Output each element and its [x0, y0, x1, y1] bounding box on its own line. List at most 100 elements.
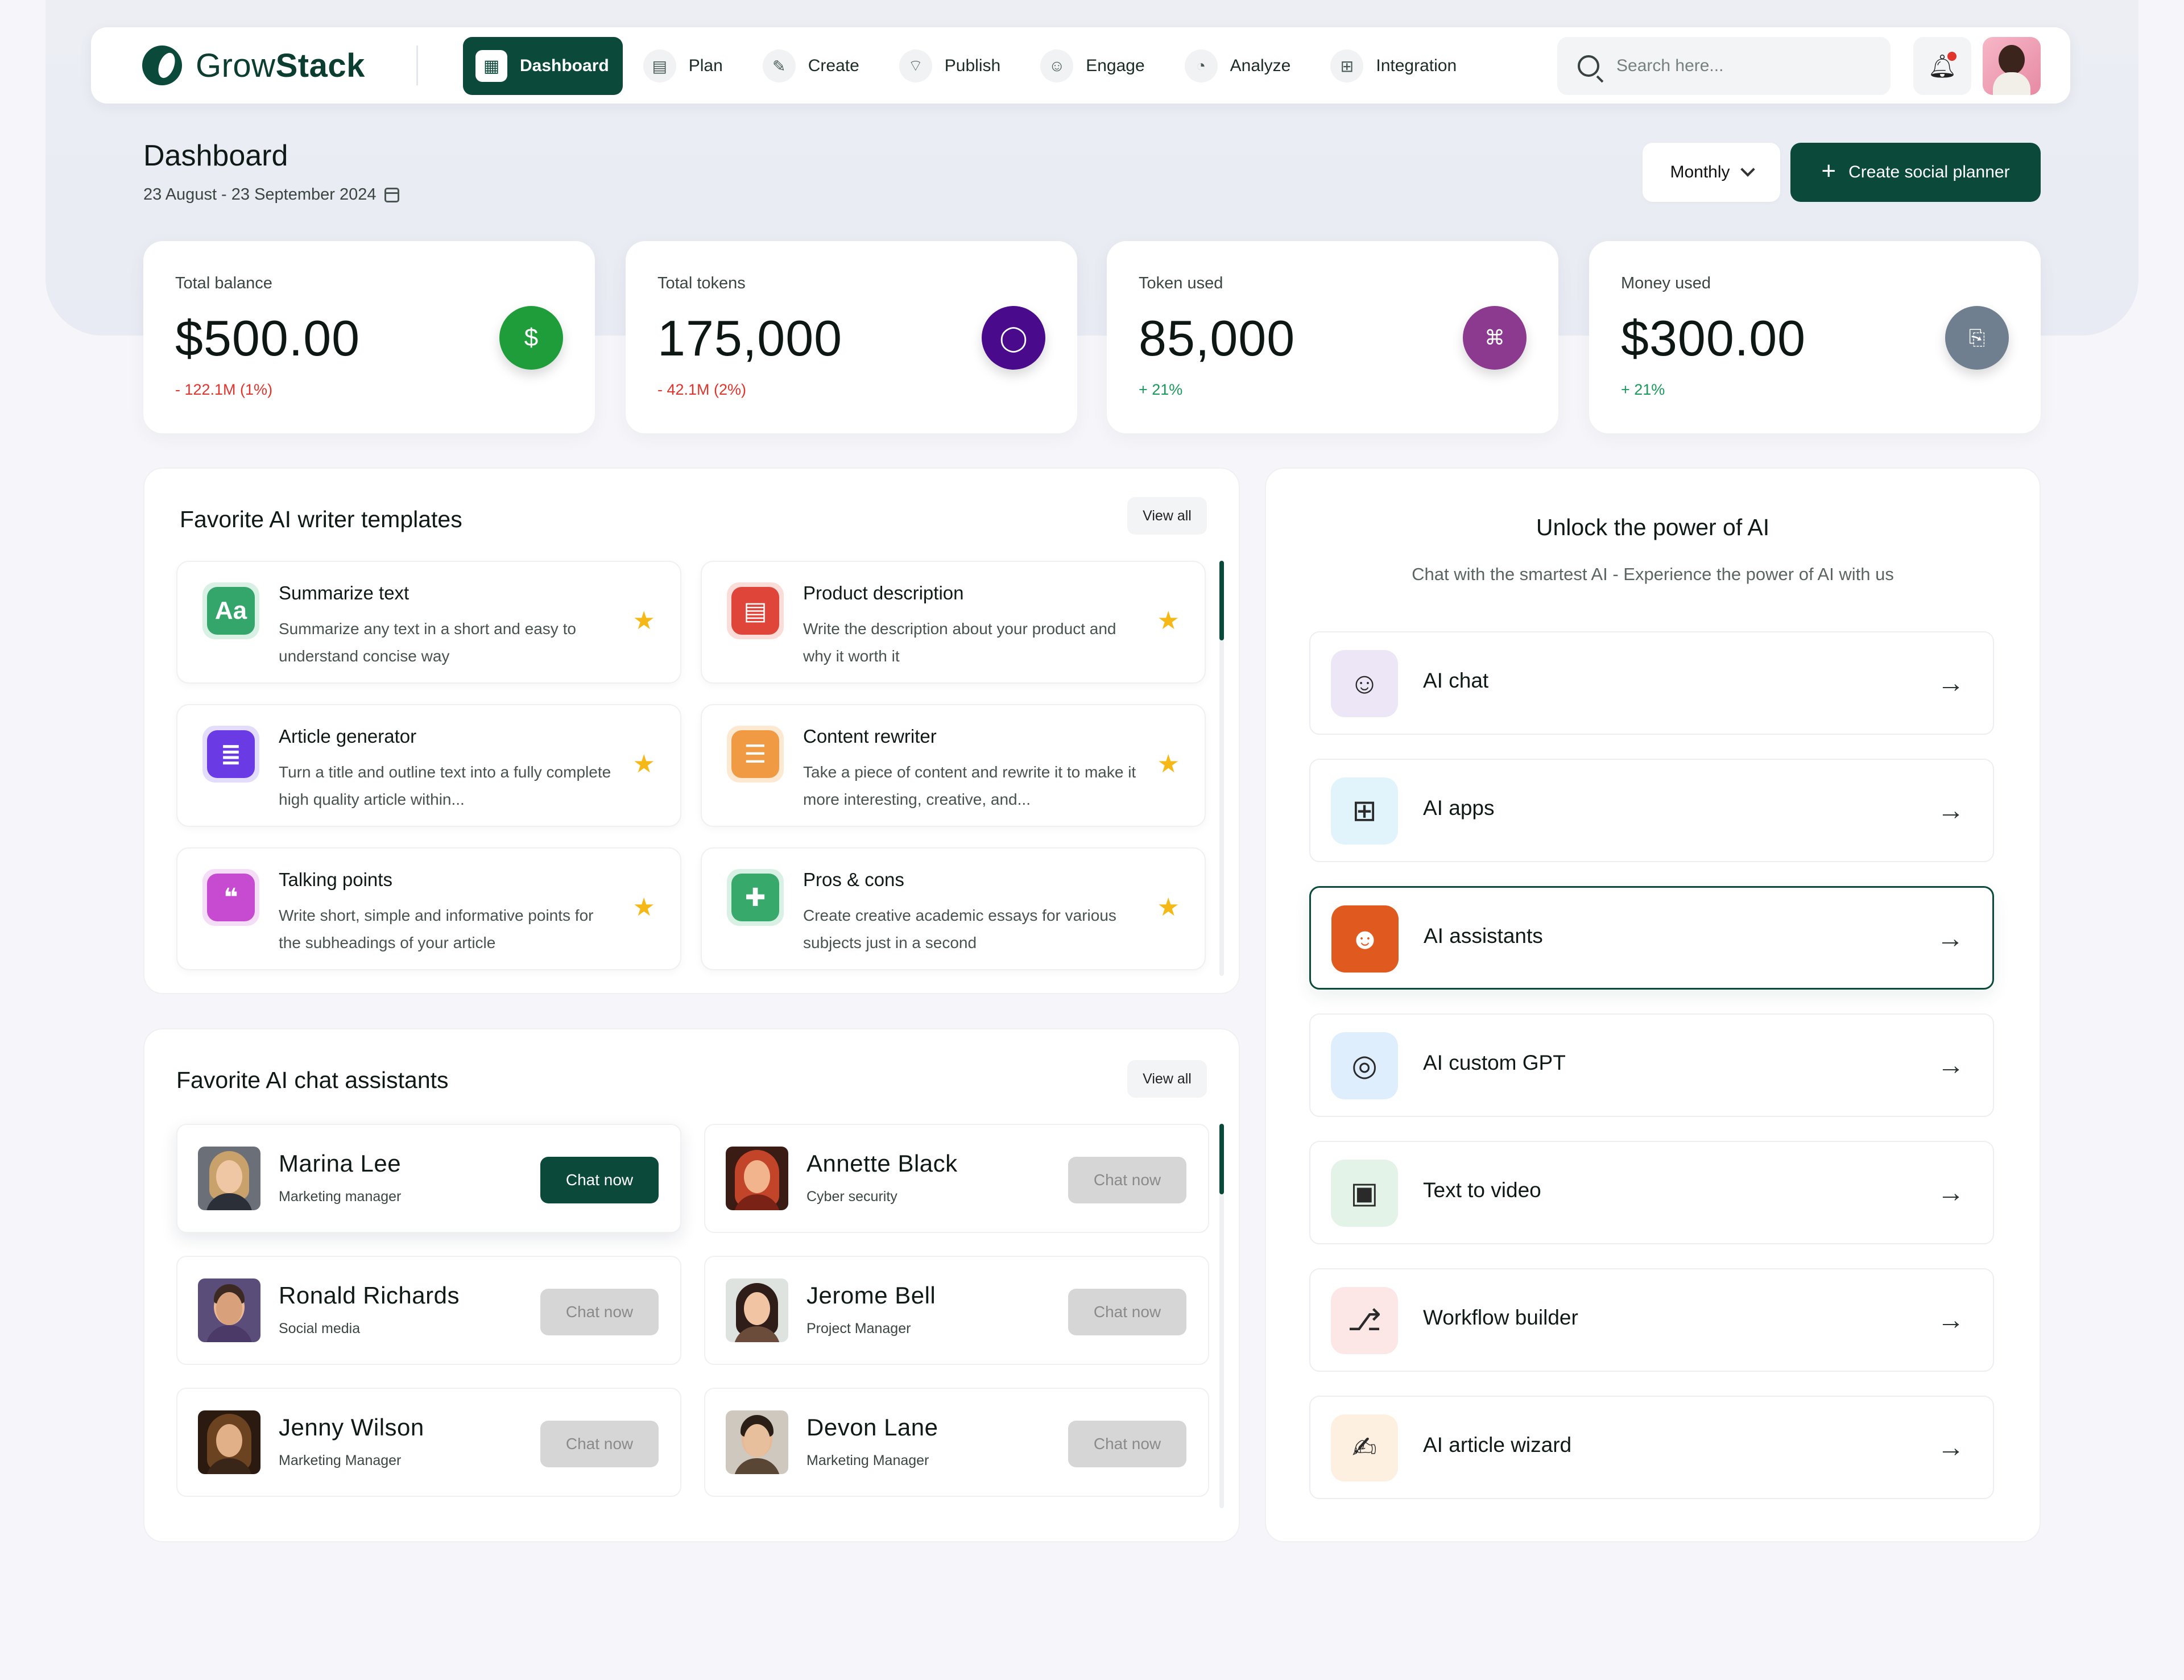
arrow-right-icon: →: [1937, 1050, 1964, 1081]
assistants-view-all-button[interactable]: View all: [1127, 1060, 1207, 1098]
writer-templates-panel: Favorite AI writer templates View all Aa…: [143, 467, 1240, 994]
avatar: [726, 1278, 788, 1342]
token-icon: ◯: [982, 306, 1045, 370]
nav-plan[interactable]: ▤ Plan: [631, 37, 742, 95]
search-input[interactable]: Search here...: [1557, 37, 1891, 95]
scrollbar-thumb[interactable]: [1219, 561, 1224, 640]
notifications-button[interactable]: 🔔︎: [1913, 37, 1971, 95]
chat-now-button[interactable]: Chat now: [540, 1421, 659, 1467]
star-icon[interactable]: ★: [633, 750, 655, 779]
template-card[interactable]: ☰ Content rewriter Take a piece of conte…: [701, 704, 1206, 827]
ai-item-assistants[interactable]: ☻ AI assistants →: [1309, 886, 1994, 990]
robot-icon: ☺: [1331, 650, 1398, 717]
assistant-card[interactable]: Ronald Richards Social media Chat now: [176, 1256, 681, 1365]
ai-power-panel: [1265, 467, 2041, 1542]
create-button-label: Create social planner: [1848, 163, 2010, 181]
stat-change: + 21%: [1621, 381, 1665, 398]
assistant-card[interactable]: Jenny Wilson Marketing Manager Chat now: [176, 1388, 681, 1497]
template-card[interactable]: ✚ Pros & cons Create creative academic e…: [701, 847, 1206, 970]
template-card[interactable]: Aa Summarize text Summarize any text in …: [176, 561, 681, 684]
ai-item-custom-gpt[interactable]: ◎ AI custom GPT →: [1309, 1013, 1994, 1117]
top-navbar: GrowStack ▦ Dashboard ▤ Plan ✎ Create ⌔ …: [91, 27, 2070, 104]
template-name: Summarize text: [279, 582, 410, 603]
ai-item-apps[interactable]: ⊞ AI apps →: [1309, 759, 1994, 862]
star-icon[interactable]: ★: [633, 893, 655, 922]
stat-value: 175,000: [657, 310, 843, 366]
stat-label: Token used: [1139, 274, 1223, 292]
date-range[interactable]: 23 August - 23 September 2024: [143, 185, 399, 204]
pie-chart-icon: ◔: [1184, 49, 1218, 82]
assistant-card[interactable]: Jerome Bell Project Manager Chat now: [704, 1256, 1209, 1365]
create-social-planner-button[interactable]: + Create social planner: [1790, 143, 2041, 202]
ai-item-label: Text to video: [1423, 1178, 1541, 1202]
user-avatar[interactable]: [1983, 37, 2041, 95]
nav-analyze[interactable]: ◔ Analyze: [1172, 37, 1310, 95]
nav-create[interactable]: ✎ Create: [750, 37, 879, 95]
chat-now-button[interactable]: Chat now: [540, 1157, 659, 1203]
chat-now-button[interactable]: Chat now: [1068, 1421, 1186, 1467]
stat-card-total-balance: Total balance $500.00 - 122.1M (1%) $: [143, 241, 595, 433]
assistants-scrollbar[interactable]: [1219, 1124, 1224, 1508]
template-name: Pros & cons: [803, 869, 904, 890]
plug-icon: ⊞: [1330, 49, 1364, 82]
star-icon[interactable]: ★: [633, 606, 655, 635]
main-nav: ▦ Dashboard ▤ Plan ✎ Create ⌔ Publish ☺ …: [463, 37, 1484, 95]
star-icon[interactable]: ★: [1157, 606, 1180, 635]
brand-logo[interactable]: GrowStack: [142, 45, 365, 85]
ai-item-workflow-builder[interactable]: ⎇ Workflow builder →: [1309, 1268, 1994, 1372]
chat-now-button[interactable]: Chat now: [540, 1289, 659, 1335]
nav-create-label: Create: [808, 56, 859, 75]
logo-icon: [142, 45, 182, 85]
ai-item-chat[interactable]: ☺ AI chat →: [1309, 631, 1994, 735]
stat-value: $500.00: [175, 310, 361, 366]
assistant-card[interactable]: Devon Lane Marketing Manager Chat now: [704, 1388, 1209, 1497]
ai-power-title: Unlock the power of AI: [1536, 514, 1770, 540]
nav-divider: [416, 45, 418, 85]
templates-view-all-button[interactable]: View all: [1127, 497, 1207, 535]
stat-card-money-used: Money used $300.00 + 21% ⎘: [1589, 241, 2041, 433]
plus-icon: +: [1821, 157, 1836, 185]
assistant-role: Social media: [279, 1321, 361, 1336]
ai-item-text-to-video[interactable]: ▣ Text to video →: [1309, 1141, 1994, 1244]
brand-name: GrowStack: [196, 47, 365, 84]
arrow-right-icon: →: [1937, 924, 1964, 954]
nav-publish-label: Publish: [944, 56, 1001, 75]
plan-icon: ▤: [643, 49, 676, 82]
star-icon[interactable]: ★: [1157, 750, 1180, 779]
template-card[interactable]: ❝ Talking points Write short, simple and…: [176, 847, 681, 970]
nav-dashboard-label: Dashboard: [520, 56, 609, 75]
nav-publish[interactable]: ⌔ Publish: [887, 37, 1020, 95]
stat-change: + 21%: [1139, 381, 1183, 398]
speech-bubble-icon: ❝: [202, 869, 259, 926]
template-desc: Turn a title and outline text into a ful…: [279, 763, 611, 808]
templates-scrollbar[interactable]: [1219, 561, 1224, 976]
scrollbar-thumb[interactable]: [1219, 1124, 1224, 1194]
chat-now-button[interactable]: Chat now: [1068, 1289, 1186, 1335]
nav-dashboard[interactable]: ▦ Dashboard: [463, 37, 623, 95]
money-hand-icon: ⎘: [1945, 306, 2009, 370]
nav-integration[interactable]: ⊞ Integration: [1318, 37, 1476, 95]
stat-label: Total balance: [175, 274, 272, 292]
dashboard-grid-icon: ▦: [475, 50, 507, 82]
document-icon: ▤: [727, 582, 784, 639]
assistant-card[interactable]: Annette Black Cyber security Chat now: [704, 1124, 1209, 1233]
assistant-card[interactable]: Marina Lee Marketing manager Chat now: [176, 1124, 681, 1233]
search-placeholder: Search here...: [1616, 56, 1724, 75]
period-select[interactable]: Monthly: [1643, 143, 1780, 202]
nav-engage[interactable]: ☺ Engage: [1028, 37, 1164, 95]
workflow-icon: ⎇: [1331, 1287, 1398, 1354]
star-icon[interactable]: ★: [1157, 893, 1180, 922]
template-card[interactable]: ≣ Article generator Turn a title and out…: [176, 704, 681, 827]
users-icon: ☺: [1040, 49, 1074, 82]
chat-now-button[interactable]: Chat now: [1068, 1157, 1186, 1203]
assistant-name: Jerome Bell: [806, 1282, 936, 1309]
ai-item-article-wizard[interactable]: ✍ AI article wizard →: [1309, 1396, 1994, 1499]
avatar: [726, 1410, 788, 1474]
arrow-right-icon: →: [1937, 1178, 1964, 1208]
stat-change: - 122.1M (1%): [175, 381, 273, 398]
assistant-role: Cyber security: [806, 1189, 897, 1205]
template-name: Content rewriter: [803, 726, 937, 747]
template-card[interactable]: ▤ Product description Write the descript…: [701, 561, 1206, 684]
nav-plan-label: Plan: [688, 56, 723, 75]
assistant-role: Marketing Manager: [279, 1453, 402, 1468]
